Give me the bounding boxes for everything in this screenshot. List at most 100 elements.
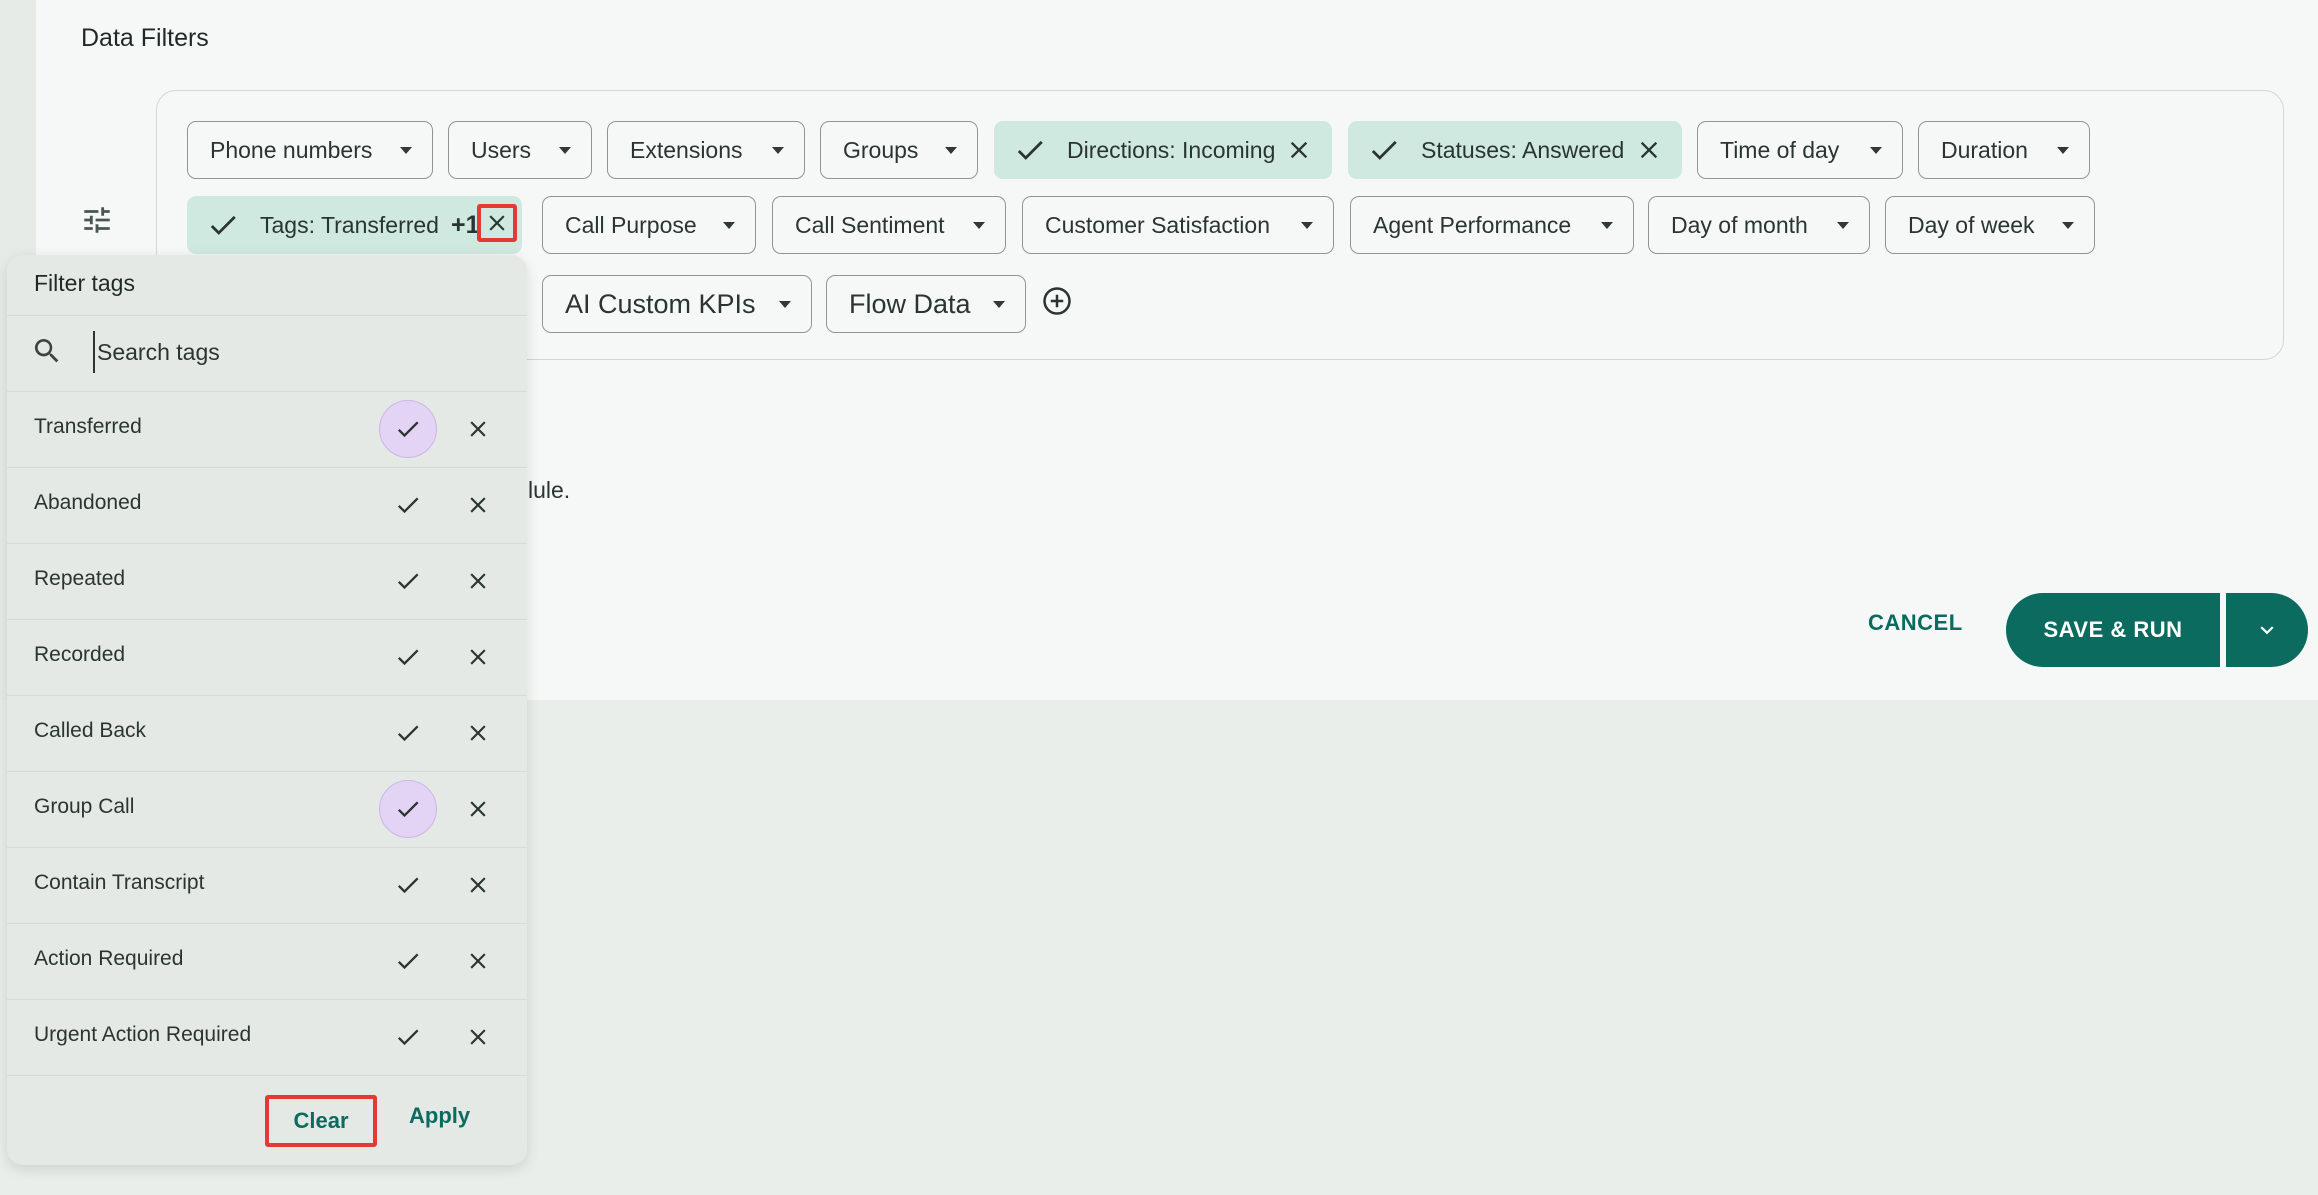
exclude-tag-button[interactable] [459,790,497,828]
chevron-down-icon [2260,626,2274,635]
tag-row: Abandoned [7,467,527,543]
tag-row: Called Back [7,695,527,771]
tag-label: Repeated [34,567,126,590]
check-icon [1017,140,1043,160]
caret-down-icon [2062,221,2074,229]
chip-label: Users [471,136,532,163]
tag-row: Action Required [7,923,527,999]
include-tag-button[interactable] [379,780,437,838]
chip-label: Directions: Incoming [1067,136,1276,163]
chip-extensions[interactable]: Extensions [607,121,805,179]
chip-label: Call Sentiment [795,211,945,238]
check-icon [397,725,419,742]
tag-label: Group Call [34,795,135,818]
close-icon [470,877,486,893]
check-icon [397,877,419,894]
chip-label: Phone numbers [210,136,373,163]
check-icon [397,953,419,970]
close-icon [470,1029,486,1045]
include-tag-button[interactable] [379,552,437,610]
chip-label: Groups [843,136,919,163]
include-tag-button[interactable] [379,932,437,990]
chip-tags[interactable]: Tags: Transferred +1 [187,196,522,254]
close-icon[interactable] [1285,136,1313,164]
search-tags-input[interactable] [93,331,499,373]
include-tag-button[interactable] [379,476,437,534]
tag-row: Transferred [7,391,527,467]
chip-call-purpose[interactable]: Call Purpose [542,196,756,254]
tag-label: Action Required [34,947,184,970]
close-icon [470,497,486,513]
save-and-run-button[interactable]: SAVE & RUN [2006,593,2220,667]
caret-down-icon [400,146,412,154]
exclude-tag-button[interactable] [459,866,497,904]
chip-users[interactable]: Users [448,121,592,179]
caret-down-icon [1837,221,1849,229]
include-tag-button[interactable] [379,628,437,686]
section-title: Data Filters [81,24,209,52]
chip-directions[interactable]: Directions: Incoming [994,121,1332,179]
caret-down-icon [945,146,957,154]
tag-row: Contain Transcript [7,847,527,923]
chip-label: AI Custom KPIs [565,288,756,319]
close-icon [470,801,486,817]
chip-flow-data[interactable]: Flow Data [826,275,1026,333]
tag-label: Contain Transcript [34,871,205,894]
include-tag-button[interactable] [379,704,437,762]
exclude-tag-button[interactable] [459,638,497,676]
exclude-tag-button[interactable] [459,942,497,980]
exclude-tag-button[interactable] [459,1018,497,1056]
close-icon [470,953,486,969]
close-icon [470,573,486,589]
chip-label: Flow Data [849,288,971,319]
chip-time-of-day[interactable]: Time of day [1697,121,1903,179]
check-icon [397,497,419,514]
chip-label: Statuses: Answered [1421,136,1625,163]
chip-label: Call Purpose [565,211,697,238]
caret-down-icon [779,300,791,308]
schedule-note-text: lule. [528,477,571,503]
chip-ai-custom-kpis[interactable]: AI Custom KPIs [542,275,812,333]
tune-icon[interactable] [80,203,114,237]
check-icon [397,1029,419,1046]
exclude-tag-button[interactable] [459,410,497,448]
chip-duration[interactable]: Duration [1918,121,2090,179]
chip-day-of-month[interactable]: Day of month [1648,196,1870,254]
include-tag-button[interactable] [379,856,437,914]
chip-day-of-week[interactable]: Day of week [1885,196,2095,254]
check-icon [397,573,419,590]
chip-phone-numbers[interactable]: Phone numbers [187,121,433,179]
save-options-button[interactable] [2226,593,2308,667]
tag-row: Repeated [7,543,527,619]
apply-button[interactable]: Apply [409,1103,470,1129]
close-icon [470,649,486,665]
cancel-button[interactable]: CANCEL [1868,610,1963,636]
tags-remove-button[interactable] [477,204,517,242]
check-icon [210,215,236,235]
clear-button[interactable]: Clear [265,1095,377,1147]
chip-agent-performance[interactable]: Agent Performance [1350,196,1634,254]
chip-statuses[interactable]: Statuses: Answered [1348,121,1682,179]
caret-down-icon [1870,146,1882,154]
exclude-tag-button[interactable] [459,486,497,524]
popup-title: Filter tags [34,270,135,296]
include-tag-button[interactable] [379,1008,437,1066]
chip-call-sentiment[interactable]: Call Sentiment [772,196,1006,254]
exclude-tag-button[interactable] [459,714,497,752]
caret-down-icon [1301,221,1313,229]
add-circle-icon[interactable] [1042,286,1072,316]
caret-down-icon [993,300,1005,308]
caret-down-icon [772,146,784,154]
close-icon[interactable] [1635,136,1663,164]
chip-customer-satisfaction[interactable]: Customer Satisfaction [1022,196,1334,254]
divider [7,1075,527,1076]
chip-label: Day of week [1908,211,2035,238]
include-tag-button[interactable] [379,400,437,458]
chip-groups[interactable]: Groups [820,121,978,179]
chip-label: Time of day [1720,136,1840,163]
tag-label: Called Back [34,719,147,742]
chip-label: Day of month [1671,211,1808,238]
chip-label: Agent Performance [1373,211,1572,238]
tag-label: Transferred [34,415,142,438]
exclude-tag-button[interactable] [459,562,497,600]
